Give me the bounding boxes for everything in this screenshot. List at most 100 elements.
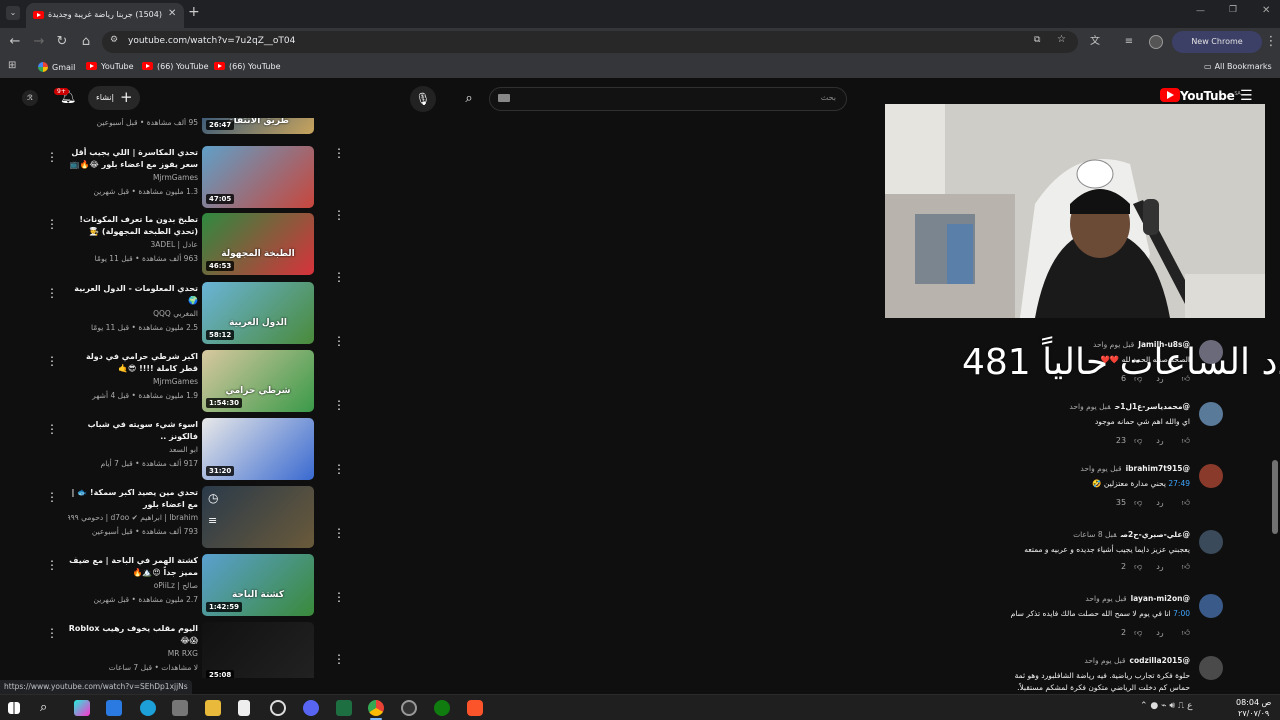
more-actions-icon[interactable]: ⋮ xyxy=(333,270,345,284)
commenter-avatar[interactable] xyxy=(1199,656,1223,680)
dislike-icon[interactable]: 👎︎ xyxy=(1134,562,1142,571)
video-title[interactable]: تحدي المعلومات - الدول العربية 🌍 xyxy=(68,283,198,307)
home-icon[interactable]: ⌂ xyxy=(77,33,95,51)
bookmark-gmail[interactable]: Gmail xyxy=(38,62,75,72)
reply-button[interactable]: رد xyxy=(1156,628,1163,637)
cast-icon[interactable]: ⧉ xyxy=(1034,35,1040,45)
create-button[interactable]: إنشاء + xyxy=(88,86,140,110)
search-taskbar-icon[interactable]: ⌕ xyxy=(40,700,56,716)
watch-later-clock-icon[interactable]: ◷ xyxy=(208,491,218,505)
related-video-item[interactable]: 47:05 تحدي المكاسرة | اللي يجيب أقل سعر ي… xyxy=(40,146,350,212)
comment-time[interactable]: قبل يوم واحد xyxy=(1093,340,1134,349)
bookmark-star-icon[interactable]: ☆ xyxy=(1057,34,1066,45)
copilot-icon[interactable] xyxy=(74,700,90,716)
video-title[interactable]: اسوء شيء سويته في شباب فالكونز .. xyxy=(68,419,198,443)
like-icon[interactable]: 👍︎ xyxy=(1182,436,1190,445)
site-info-icon[interactable]: ⚙ xyxy=(110,35,118,45)
video-menu-icon[interactable]: ⋮ xyxy=(46,354,58,368)
more-actions-icon[interactable]: ⋮ xyxy=(333,334,345,348)
video-thumbnail[interactable]: 31:20 xyxy=(202,418,314,480)
add-to-queue-icon[interactable]: ≡ xyxy=(208,514,217,527)
video-channel[interactable]: Ibrahim | ابراهيم ✔ d7oo | دحومي ٩٩٩ xyxy=(68,513,198,522)
windows-start-icon[interactable] xyxy=(8,702,20,714)
video-thumbnail[interactable]: 25:08 xyxy=(202,622,314,678)
video-menu-icon[interactable]: ⋮ xyxy=(46,626,58,640)
comment-username[interactable]: @ibrahim7t915 xyxy=(1126,464,1190,473)
translate-icon[interactable]: 文 xyxy=(1086,33,1104,51)
bookmark-youtube-66-a[interactable]: (66) YouTube xyxy=(142,62,209,71)
system-clock[interactable]: 08:04 ص ٢٧/٠٧/٠٩ xyxy=(1236,697,1271,719)
video-channel[interactable]: MjrmGames xyxy=(68,377,198,386)
comment-time[interactable]: قبل 8 ساعات xyxy=(1073,530,1117,539)
mail-icon[interactable] xyxy=(106,700,122,716)
tab-search-button[interactable]: ⌄ xyxy=(6,6,20,20)
voice-search-mic-icon[interactable]: 🎙︎ xyxy=(410,86,436,112)
reply-button[interactable]: رد xyxy=(1156,436,1163,445)
video-title[interactable]: تحدي مين يصيد اكبر سمكة! 🐟 | مع اعضاء بل… xyxy=(68,487,198,511)
reading-list-icon[interactable]: ≡ xyxy=(1120,33,1138,51)
video-thumbnail[interactable]: شرطي حرامي 1:54:30 xyxy=(202,350,314,412)
store-icon[interactable] xyxy=(172,700,188,716)
video-channel[interactable]: ابو السعد xyxy=(68,445,198,454)
video-menu-icon[interactable]: ⋮ xyxy=(46,217,58,231)
video-channel[interactable]: المغربي QQQ xyxy=(68,309,198,318)
comment-time[interactable]: قبل يوم واحد xyxy=(1084,656,1125,665)
more-actions-icon[interactable]: ⋮ xyxy=(333,398,345,412)
browser-tab-active[interactable]: (1504) جربنا رياضة غريبة وجديدة ✕ xyxy=(26,3,184,28)
back-arrow-icon[interactable]: ← xyxy=(6,33,24,51)
profile-avatar-icon[interactable]: ℛ xyxy=(22,90,38,106)
edge-icon[interactable] xyxy=(140,700,156,716)
comment-username[interactable]: @codzilla2015 xyxy=(1130,656,1190,665)
minimize-window-button[interactable]: — xyxy=(1196,6,1205,16)
brave-icon[interactable] xyxy=(467,700,483,716)
page-scrollbar[interactable] xyxy=(1272,460,1278,534)
keyboard-icon[interactable] xyxy=(498,94,510,102)
profile-avatar[interactable] xyxy=(1149,35,1163,49)
bookmark-youtube[interactable]: YouTube xyxy=(86,62,134,71)
comment-username[interactable]: @محمدياسر-ع1ل1ح xyxy=(1115,402,1190,411)
chrome-taskbar-icon[interactable] xyxy=(368,700,384,716)
video-thumbnail[interactable]: ◷ ≡ xyxy=(202,486,314,548)
video-menu-icon[interactable]: ⋮ xyxy=(46,422,58,436)
dislike-icon[interactable]: 👎︎ xyxy=(1134,374,1142,383)
more-actions-icon[interactable]: ⋮ xyxy=(333,526,345,540)
new-chrome-available-button[interactable]: New Chrome available xyxy=(1172,31,1262,68)
more-actions-icon[interactable]: ⋮ xyxy=(333,462,345,476)
video-title[interactable]: اليوم مقلب يخوف رهيب Roblox 😱😂 xyxy=(68,623,198,647)
commenter-avatar[interactable] xyxy=(1199,594,1223,618)
reply-button[interactable]: رد xyxy=(1156,374,1163,383)
like-icon[interactable]: 👍︎ xyxy=(1182,498,1190,507)
excel-icon[interactable] xyxy=(336,700,352,716)
system-tray[interactable]: ⌃ ● ⌁ 🔊︎ ⎍ ع xyxy=(1140,701,1192,711)
timestamp-link[interactable]: 27:49 xyxy=(1168,479,1190,488)
youtube-logo[interactable]: YouTubeSA xyxy=(1160,88,1241,103)
video-thumbnail[interactable]: طريق الانتقام 26:47 xyxy=(202,118,314,134)
video-title[interactable]: كشتة الهمر في الباحة | مع ضيف مميز جداً … xyxy=(68,555,198,579)
video-channel[interactable]: صالح | oPiiLz xyxy=(68,581,198,590)
like-icon[interactable]: 👍︎ xyxy=(1182,374,1190,383)
maximize-window-button[interactable]: ❐ xyxy=(1229,5,1237,15)
related-video-item[interactable]: 25:08 اليوم مقلب يخوف رهيب Roblox 😱😂 MR RX… xyxy=(40,622,350,678)
new-tab-button[interactable]: + xyxy=(188,4,200,20)
discord-icon[interactable] xyxy=(303,700,319,716)
comment-username[interactable]: @Jamilh-u8s xyxy=(1138,340,1190,349)
like-icon[interactable]: 👍︎ xyxy=(1182,628,1190,637)
video-title[interactable]: تحدي المكاسرة | اللي يجيب أقل سعر يفوز م… xyxy=(68,147,198,171)
related-video-item[interactable]: الدول العربية 58:12 تحدي المعلومات - الدول… xyxy=(40,282,350,348)
search-input[interactable]: بحث xyxy=(489,87,847,111)
related-video-item[interactable]: طريق الانتقام 26:47 95 ألف مشاهدة • قبل أس… xyxy=(40,118,350,136)
reply-button[interactable]: رد xyxy=(1156,562,1163,571)
dislike-icon[interactable]: 👎︎ xyxy=(1134,436,1142,445)
bookmark-youtube-66-b[interactable]: (66) YouTube xyxy=(214,62,281,71)
more-actions-icon[interactable]: ⋮ xyxy=(333,590,345,604)
more-actions-icon[interactable]: ⋮ xyxy=(333,146,345,160)
video-title[interactable]: تطبخ بدون ما تعرف المكونات! (تحدي الطبخة… xyxy=(68,214,198,238)
tab-close-icon[interactable]: ✕ xyxy=(168,8,176,19)
video-channel[interactable]: MR RXG xyxy=(68,649,198,658)
comment-username[interactable]: @علي-صبري-ح2ص xyxy=(1121,530,1190,539)
xbox-icon[interactable] xyxy=(434,700,450,716)
related-video-item[interactable]: كشتة الباحة 1:42:59 كشتة الهمر في الباحة |… xyxy=(40,554,350,620)
video-menu-icon[interactable]: ⋮ xyxy=(46,286,58,300)
comment-time[interactable]: قبل يوم واحد xyxy=(1085,594,1126,603)
related-video-item[interactable]: شرطي حرامي 1:54:30 اكبر شرطي حرامي في دولة… xyxy=(40,350,350,416)
